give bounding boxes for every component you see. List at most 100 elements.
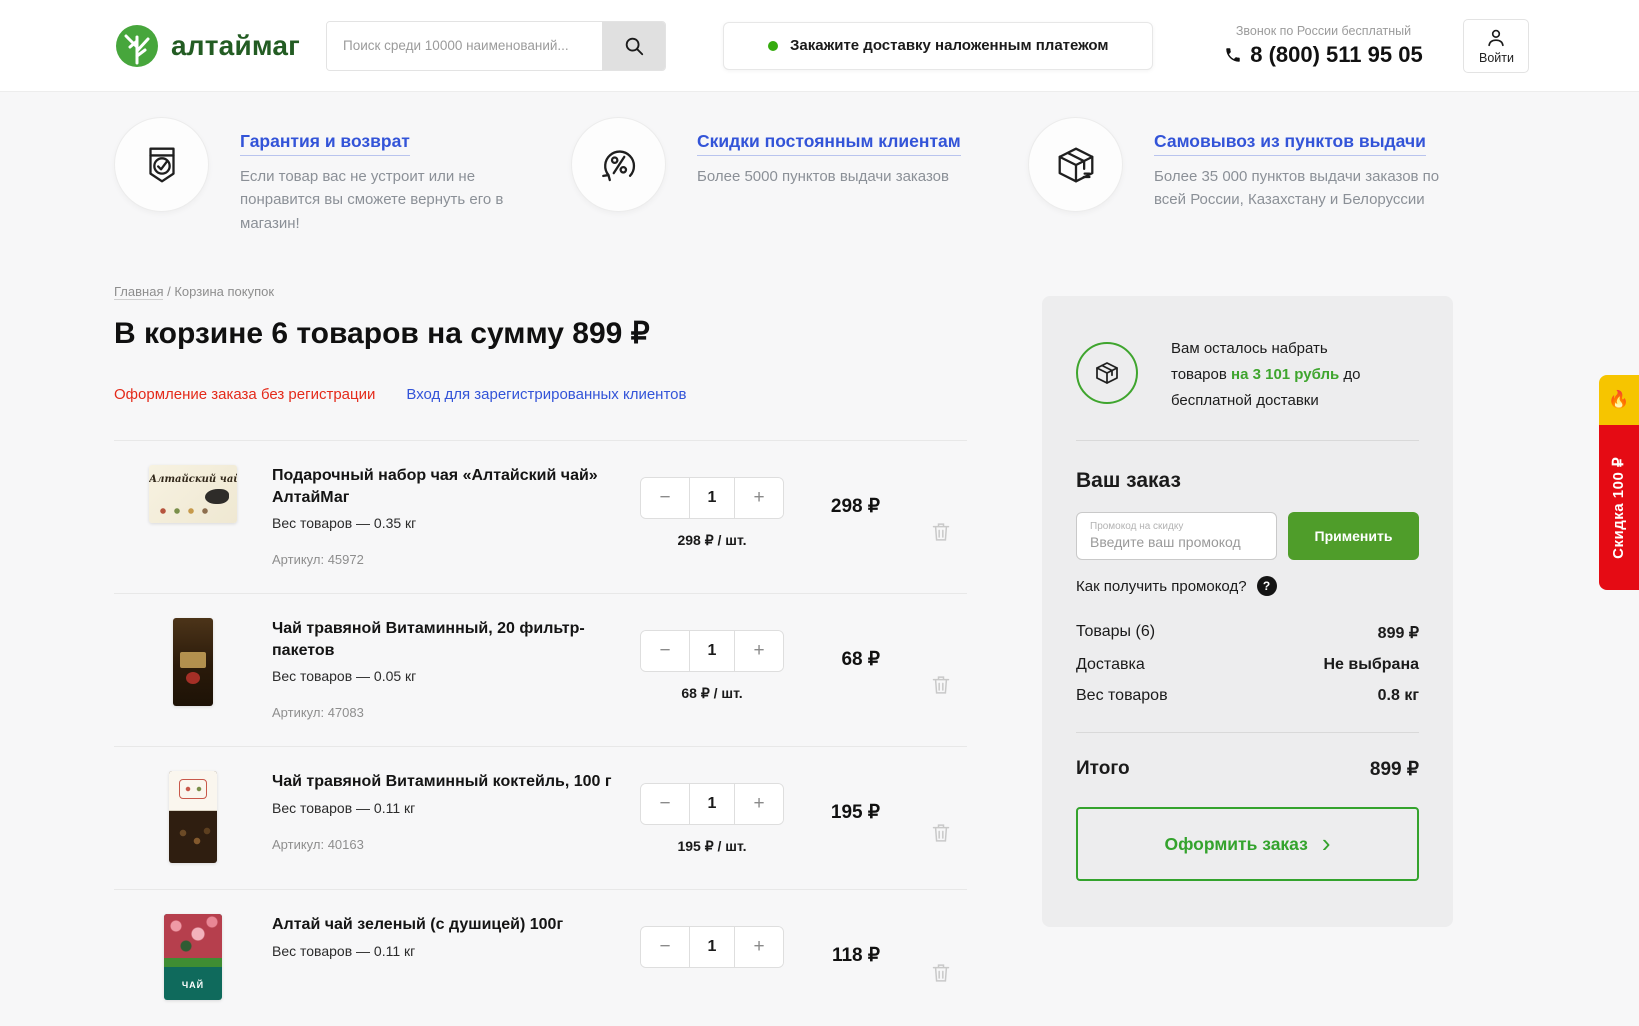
shield-check-icon: [114, 117, 209, 212]
page-title: В корзине 6 товаров на сумму 899 ₽: [114, 316, 650, 351]
package-strip: [164, 958, 222, 967]
package-contents: [175, 825, 211, 855]
quantity-minus-button[interactable]: −: [641, 927, 689, 967]
product-weight: Вес товаров — 0.05 кг: [272, 668, 618, 684]
quantity-plus-button[interactable]: +: [735, 927, 783, 967]
phone-block: Звонок по России бесплатный 8 (800) 511 …: [1215, 24, 1431, 68]
promo-input[interactable]: [1090, 534, 1263, 550]
feature-discounts-desc: Более 5000 пунктов выдачи заказов: [697, 165, 961, 188]
remove-item-button[interactable]: [931, 803, 951, 863]
product-weight: Вес товаров — 0.11 кг: [272, 800, 618, 816]
feature-discounts: Скидки постоянным клиентам Более 5000 пу…: [571, 117, 1028, 235]
cart-row-4: ЧАЙ Алтай чай зеленый (с душицей) 100г В…: [114, 889, 967, 1026]
cod-delivery-text: Закажите доставку наложенным платежом: [790, 37, 1108, 54]
quantity-stepper: − 1 +: [640, 783, 784, 825]
product-image-1[interactable]: Алтайский чай: [149, 465, 237, 523]
apply-promo-button[interactable]: Применить: [1288, 512, 1419, 560]
total-value: 899 ₽: [1370, 758, 1419, 781]
badger-illustration: [205, 489, 229, 504]
unit-price: 298 ₽ / шт.: [640, 532, 784, 549]
product-name[interactable]: Подарочный набор чая «Алтайский чай» Алт…: [272, 465, 618, 508]
quantity-plus-button[interactable]: +: [735, 784, 783, 824]
phone-note: Звонок по России бесплатный: [1215, 24, 1431, 38]
features-row: Гарантия и возврат Если товар вас не уст…: [114, 117, 1459, 235]
registered-login-link[interactable]: Вход для зарегистрированных клиентов: [406, 386, 686, 403]
quantity-minus-button[interactable]: −: [641, 631, 689, 671]
quantity-plus-button[interactable]: +: [735, 478, 783, 518]
divider: [1076, 732, 1419, 733]
breadcrumb: Главная / Корзина покупок: [114, 284, 274, 299]
remove-item-button[interactable]: [931, 497, 951, 567]
promo-field-label: Промокод на скидку: [1090, 521, 1263, 532]
product-name[interactable]: Алтай чай зеленый (с душицей) 100г: [272, 914, 618, 936]
summary-value: Не выбрана: [1323, 656, 1419, 674]
unit-price: 195 ₽ / шт.: [640, 838, 784, 855]
login-button[interactable]: Войти: [1463, 19, 1529, 73]
quantity-stepper: − 1 +: [640, 477, 784, 519]
question-mark-icon[interactable]: ?: [1257, 576, 1277, 596]
logo[interactable]: алтаймаг: [114, 23, 326, 69]
package-artwork: [179, 779, 207, 799]
total-label: Итого: [1076, 758, 1130, 781]
guest-checkout-link[interactable]: Оформление заказа без регистрации: [114, 386, 375, 403]
cod-delivery-notice[interactable]: Закажите доставку наложенным платежом: [723, 22, 1153, 70]
summary-row-weight: Вес товаров 0.8 кг: [1076, 687, 1419, 705]
logo-leaf-icon: [114, 23, 160, 69]
checkout-label: Оформить заказ: [1164, 834, 1307, 855]
quantity-plus-button[interactable]: +: [735, 631, 783, 671]
product-image-4-text: ЧАЙ: [164, 980, 222, 990]
remove-item-button[interactable]: [931, 946, 951, 1000]
product-sku: Артикул: 47083: [272, 705, 618, 720]
product-weight: Вес товаров — 0.35 кг: [272, 515, 618, 531]
line-total: 298 ₽: [780, 465, 890, 567]
cart-row-2: Чай травяной Витаминный, 20 фильтр-пакет…: [114, 593, 967, 746]
package-icon: [1028, 117, 1123, 212]
product-image-4[interactable]: ЧАЙ: [164, 914, 222, 1000]
line-total: 195 ₽: [780, 771, 890, 863]
breadcrumb-home[interactable]: Главная: [114, 284, 163, 300]
promo-help-text[interactable]: Как получить промокод?: [1076, 578, 1247, 595]
trash-icon: [931, 521, 951, 543]
status-dot-icon: [768, 41, 778, 51]
quantity-value: 1: [689, 927, 735, 967]
package-artwork: [164, 914, 222, 958]
header: алтаймаг Закажите доставку наложенным пл…: [0, 0, 1639, 92]
remove-item-button[interactable]: [931, 650, 951, 720]
discount-side-banner[interactable]: 🔥 Скидка 100 ₽: [1599, 375, 1639, 590]
search-icon: [623, 35, 645, 57]
free-delivery-progress: Вам осталось набрать товаров на 3 101 ру…: [1076, 336, 1419, 413]
product-name[interactable]: Чай травяной Витаминный, 20 фильтр-пакет…: [272, 618, 618, 661]
trash-icon: [931, 674, 951, 696]
unit-price: 68 ₽ / шт.: [640, 685, 784, 702]
quantity-minus-button[interactable]: −: [641, 478, 689, 518]
product-image-3[interactable]: [169, 771, 217, 863]
search-bar: [326, 21, 666, 71]
feature-pickup-desc: Более 35 000 пунктов выдачи заказов по в…: [1154, 165, 1459, 212]
feature-pickup: Самовывоз из пунктов выдачи Более 35 000…: [1028, 117, 1459, 235]
phone-link[interactable]: 8 (800) 511 95 05: [1215, 42, 1431, 68]
promo-field[interactable]: Промокод на скидку: [1076, 512, 1277, 560]
percent-refresh-icon: [571, 117, 666, 212]
product-name[interactable]: Чай травяной Витаминный коктейль, 100 г: [272, 771, 618, 793]
checkout-button[interactable]: Оформить заказ ›: [1076, 807, 1419, 881]
summary-label: Доставка: [1076, 656, 1145, 674]
package-label: [180, 652, 206, 668]
product-image-2[interactable]: [173, 618, 213, 706]
trash-icon: [931, 822, 951, 844]
quantity-minus-button[interactable]: −: [641, 784, 689, 824]
herbs-illustration: [157, 506, 209, 516]
feature-discounts-link[interactable]: Скидки постоянным клиентам: [697, 131, 961, 156]
product-weight: Вес товаров — 0.11 кг: [272, 943, 618, 959]
promo-help: Как получить промокод? ?: [1076, 576, 1419, 596]
summary-row-delivery: Доставка Не выбрана: [1076, 656, 1419, 674]
order-title: Ваш заказ: [1076, 469, 1419, 493]
product-sku: Артикул: 45972: [272, 552, 618, 567]
trash-icon: [931, 962, 951, 984]
divider: [1076, 440, 1419, 441]
feature-pickup-link[interactable]: Самовывоз из пунктов выдачи: [1154, 131, 1426, 156]
summary-rows: Товары (6) 899 ₽ Доставка Не выбрана Вес…: [1076, 623, 1419, 705]
cart-row-1: Алтайский чай Подарочный набор чая «Алта…: [114, 440, 967, 593]
feature-warranty-link[interactable]: Гарантия и возврат: [240, 131, 410, 156]
search-button[interactable]: [602, 22, 665, 70]
search-input[interactable]: [327, 22, 602, 70]
